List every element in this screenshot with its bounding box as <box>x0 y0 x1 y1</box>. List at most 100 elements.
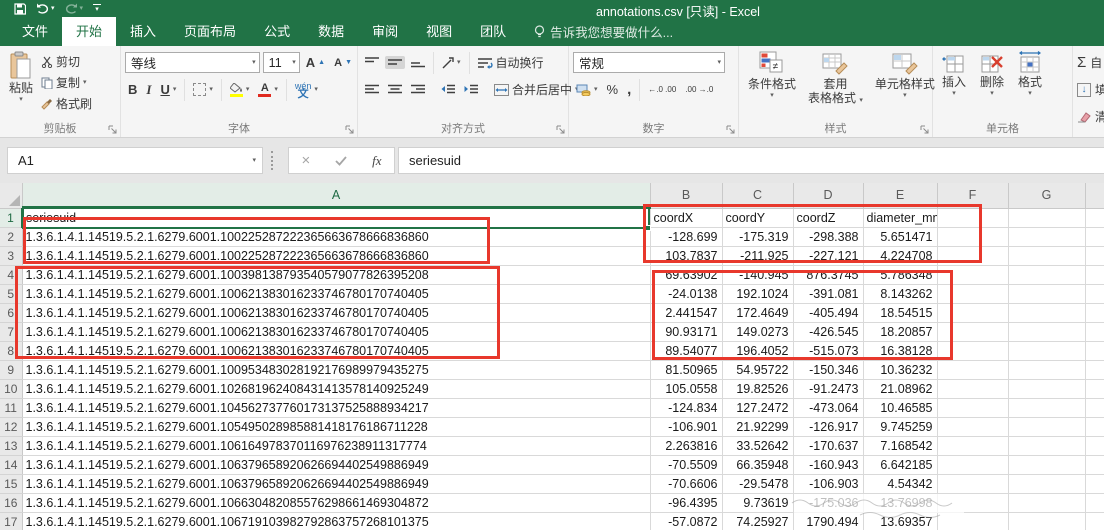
cell-D3[interactable]: -227.121 <box>793 246 864 266</box>
insert-dropdown-icon[interactable]: ▾ <box>952 90 956 97</box>
fill-color-dropdown-icon[interactable]: ▾ <box>246 86 250 93</box>
font-size-dropdown-icon[interactable]: ▾ <box>292 59 296 66</box>
row-header-3[interactable]: 3 <box>0 246 23 266</box>
cell-F15[interactable] <box>937 474 1009 494</box>
cell-F10[interactable] <box>937 379 1009 399</box>
delete-dropdown-icon[interactable]: ▾ <box>990 90 994 97</box>
formula-bar-splitter[interactable] <box>271 151 273 170</box>
cell-A17[interactable]: 1.3.6.1.4.1.14519.5.2.1.6279.6001.106719… <box>22 512 651 530</box>
column-header-E[interactable]: E <box>863 183 938 209</box>
align-bottom-button[interactable] <box>408 56 428 69</box>
cell-D11[interactable]: -473.064 <box>793 398 864 418</box>
cell-H15[interactable] <box>1085 474 1104 494</box>
row-header-2[interactable]: 2 <box>0 227 23 247</box>
tab-团队[interactable]: 团队 <box>466 17 520 46</box>
cell-B6[interactable]: 2.441547 <box>650 303 723 323</box>
formula-input[interactable]: seriesuid <box>398 147 1104 174</box>
cell-G15[interactable] <box>1008 474 1086 494</box>
column-header-C[interactable]: C <box>722 183 794 209</box>
cell-A13[interactable]: 1.3.6.1.4.1.14519.5.2.1.6279.6001.106164… <box>22 436 651 456</box>
cell-E13[interactable]: 7.168542 <box>863 436 938 456</box>
underline-dropdown-icon[interactable]: ▾ <box>173 86 177 93</box>
comma-style-button[interactable]: , <box>624 80 634 99</box>
undo-dropdown-icon[interactable]: ▾ <box>51 5 55 12</box>
row-header-17[interactable]: 17 <box>0 512 23 530</box>
cell-C6[interactable]: 172.4649 <box>722 303 794 323</box>
cell-F6[interactable] <box>937 303 1009 323</box>
cell-A16[interactable]: 1.3.6.1.4.1.14519.5.2.1.6279.6001.106630… <box>22 493 651 513</box>
cell-D1[interactable]: coordZ <box>793 208 864 228</box>
tab-页面布局[interactable]: 页面布局 <box>170 17 250 46</box>
cell-F1[interactable] <box>937 208 1009 228</box>
cell-E1[interactable]: diameter_mm <box>863 208 938 228</box>
orientation-dropdown-icon[interactable]: ▾ <box>457 59 461 66</box>
align-center-button[interactable] <box>385 83 405 96</box>
cell-G16[interactable] <box>1008 493 1086 513</box>
cell-F13[interactable] <box>937 436 1009 456</box>
cell-B1[interactable]: coordX <box>650 208 723 228</box>
cell-B17[interactable]: -57.0872 <box>650 512 723 530</box>
cell-D16[interactable]: -175.036 <box>793 493 864 513</box>
row-header-5[interactable]: 5 <box>0 284 23 304</box>
decrease-font-size-button[interactable]: A ▼ <box>331 56 355 70</box>
copy-dropdown-icon[interactable]: ▾ <box>83 79 87 86</box>
cell-G4[interactable] <box>1008 265 1086 285</box>
cell-F4[interactable] <box>937 265 1009 285</box>
cell-B11[interactable]: -124.834 <box>650 398 723 418</box>
cell-H1[interactable] <box>1085 208 1104 228</box>
cell-F2[interactable] <box>937 227 1009 247</box>
cell-B4[interactable]: 69.63902 <box>650 265 723 285</box>
cell-F16[interactable] <box>937 493 1009 513</box>
cell-C4[interactable]: -140.945 <box>722 265 794 285</box>
cell-H4[interactable] <box>1085 265 1104 285</box>
save-icon[interactable] <box>14 2 26 15</box>
merge-center-button[interactable]: 合并后居中 ▾ <box>491 80 582 99</box>
cell-A14[interactable]: 1.3.6.1.4.1.14519.5.2.1.6279.6001.106379… <box>22 455 651 475</box>
cell-A11[interactable]: 1.3.6.1.4.1.14519.5.2.1.6279.6001.104562… <box>22 398 651 418</box>
cell-D2[interactable]: -298.388 <box>793 227 864 247</box>
borders-button[interactable]: ▾ <box>190 82 216 97</box>
insert-cells-button[interactable]: 插入 ▾ <box>937 49 971 122</box>
fill-button[interactable]: ↓ 填 <box>1077 76 1104 103</box>
cell-A10[interactable]: 1.3.6.1.4.1.14519.5.2.1.6279.6001.102681… <box>22 379 651 399</box>
cell-B10[interactable]: 105.0558 <box>650 379 723 399</box>
cell-E6[interactable]: 18.54515 <box>863 303 938 323</box>
cell-C15[interactable]: -29.5478 <box>722 474 794 494</box>
cell-H8[interactable] <box>1085 341 1104 361</box>
format-as-table-button[interactable]: 套用 表格格式 ▾ <box>803 49 868 122</box>
cell-D17[interactable]: 1790.494 <box>793 512 864 530</box>
cell-A1[interactable]: seriesuid <box>22 208 651 228</box>
number-format-combo[interactable]: 常规 ▾ <box>573 52 725 73</box>
format-painter-button[interactable]: 格式刷 <box>38 94 95 113</box>
cell-B16[interactable]: -96.4395 <box>650 493 723 513</box>
cell-C8[interactable]: 196.4052 <box>722 341 794 361</box>
cell-styles-dropdown-icon[interactable]: ▾ <box>903 92 907 99</box>
format-cells-button[interactable]: 格式 ▾ <box>1013 49 1047 122</box>
cell-B9[interactable]: 81.50965 <box>650 360 723 380</box>
selection-fill-handle[interactable] <box>645 225 651 231</box>
cell-E8[interactable]: 16.38128 <box>863 341 938 361</box>
align-top-button[interactable] <box>362 56 382 69</box>
cell-F9[interactable] <box>937 360 1009 380</box>
font-name-combo[interactable]: 等线 ▾ <box>125 52 260 73</box>
copy-button[interactable]: 复制 ▾ <box>38 73 95 92</box>
cell-D15[interactable]: -106.903 <box>793 474 864 494</box>
cell-C3[interactable]: -211.925 <box>722 246 794 266</box>
phonetic-guide-button[interactable]: wén 文 ▾ <box>292 81 321 99</box>
cancel-entry-icon[interactable]: × <box>301 152 310 169</box>
tell-me-box[interactable]: 告诉我您想要做什么... <box>534 17 673 46</box>
cell-E10[interactable]: 21.08962 <box>863 379 938 399</box>
increase-font-size-button[interactable]: A ▲ <box>303 54 328 71</box>
cell-F11[interactable] <box>937 398 1009 418</box>
cell-H9[interactable] <box>1085 360 1104 380</box>
cell-E17[interactable]: 13.69357 <box>863 512 938 530</box>
conditional-formatting-button[interactable]: ≠ 条件格式 ▾ <box>743 49 801 122</box>
conditional-formatting-dropdown-icon[interactable]: ▾ <box>770 92 774 99</box>
cell-B3[interactable]: 103.7837 <box>650 246 723 266</box>
cell-E16[interactable]: 13.76998 <box>863 493 938 513</box>
cell-C5[interactable]: 192.1024 <box>722 284 794 304</box>
cell-E15[interactable]: 4.54342 <box>863 474 938 494</box>
column-header-D[interactable]: D <box>793 183 864 209</box>
cell-B14[interactable]: -70.5509 <box>650 455 723 475</box>
cell-C13[interactable]: 33.52642 <box>722 436 794 456</box>
